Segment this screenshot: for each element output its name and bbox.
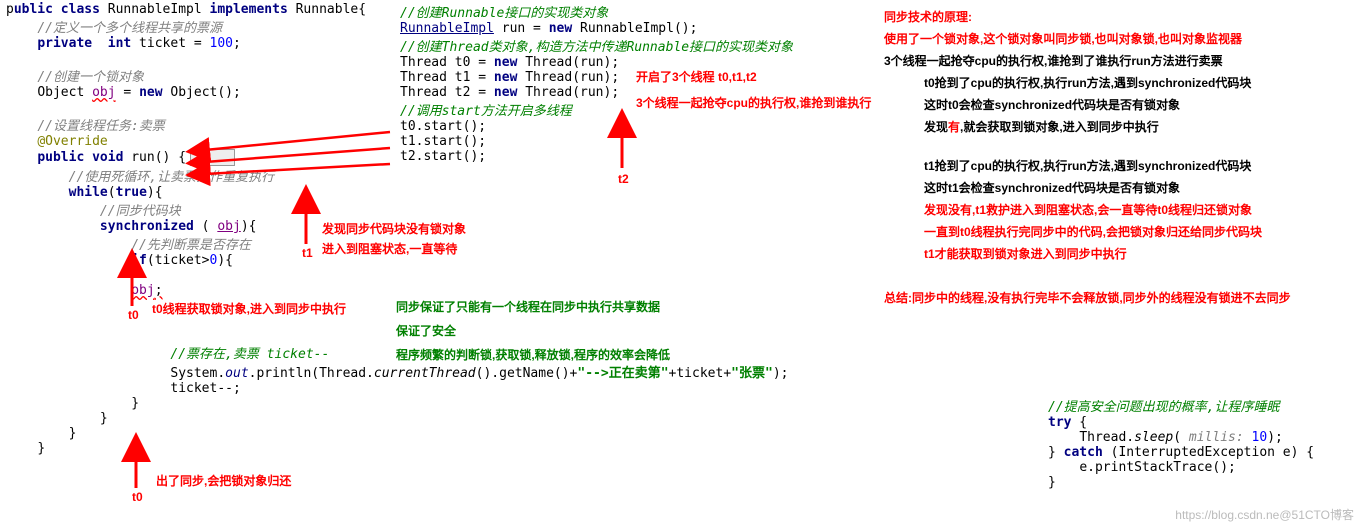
arrows-layer	[0, 0, 1360, 527]
watermark: https://blog.csdn.ne@51CTO博客	[1175, 506, 1354, 523]
arrow-start-to-run-1	[205, 132, 390, 150]
arrow-start-to-run-2	[205, 148, 390, 162]
arrow-start-to-run-3	[205, 164, 390, 174]
